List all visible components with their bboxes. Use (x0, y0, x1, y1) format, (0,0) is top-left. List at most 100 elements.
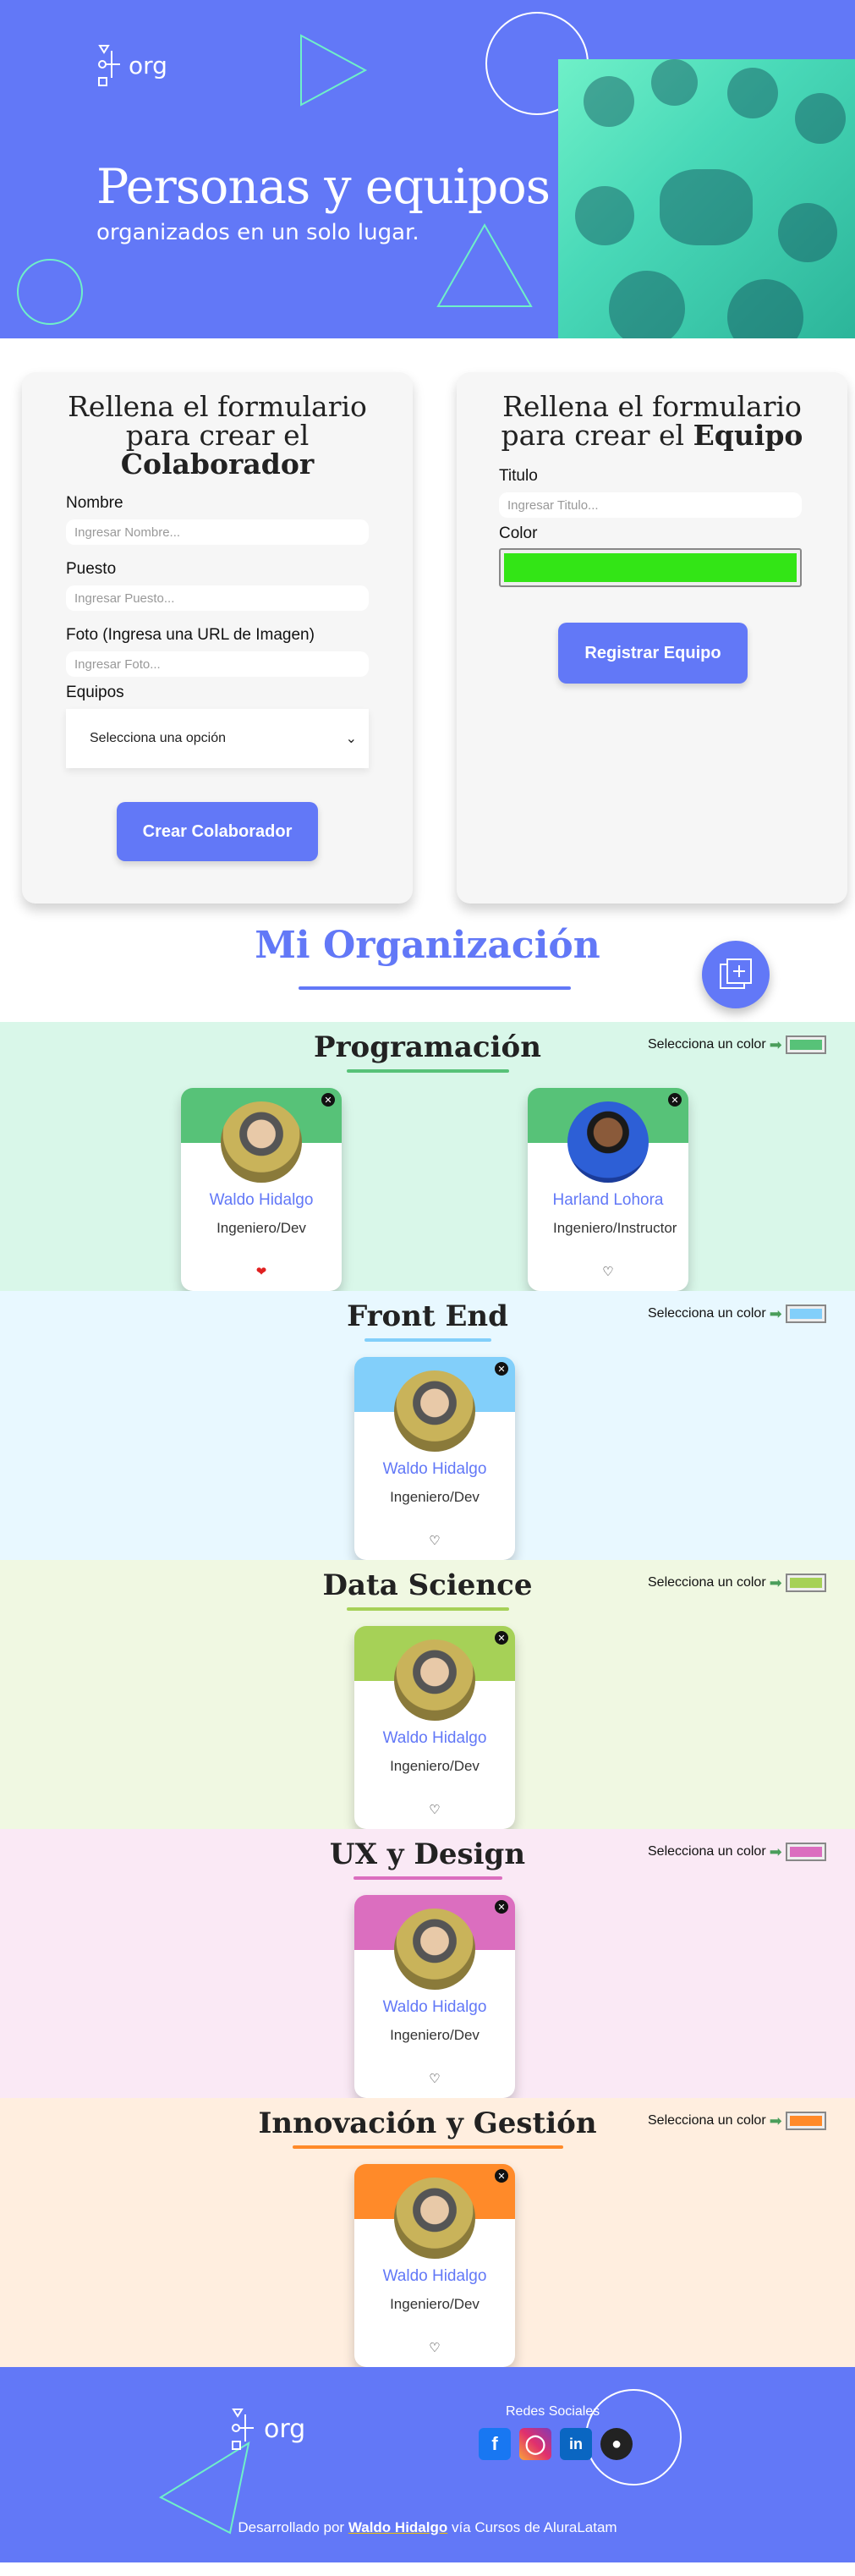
logo[interactable]: org (96, 44, 167, 86)
team-color-picker: Selecciona un color ➡ (648, 1035, 826, 1054)
color-input[interactable] (499, 548, 802, 587)
color-picker-label: Selecciona un color (648, 1037, 766, 1052)
heart-outline-icon[interactable]: ♡ (528, 1264, 688, 1279)
colaborador-name: Waldo Hidalgo (209, 1191, 314, 1209)
team-color-swatch (789, 1309, 822, 1319)
team-color-picker: Selecciona un color ➡ (648, 1843, 826, 1861)
team-color-input[interactable] (785, 1843, 826, 1861)
colaborador-card: ✕ Waldo Hidalgo Ingeniero/Dev ♡ (354, 1357, 515, 1560)
team-color-input[interactable] (785, 2112, 826, 2130)
arrow-right-icon: ➡ (769, 1304, 782, 1322)
team-color-picker: Selecciona un color ➡ (648, 1304, 826, 1323)
avatar (394, 1370, 475, 1452)
equipo-form-title: Rellena el formulario para crear el Equi… (501, 390, 803, 452)
footer-logo[interactable]: org (230, 2408, 305, 2450)
team-color-swatch (789, 1040, 822, 1050)
colaborador-name: Harland Lohora (552, 1191, 664, 1209)
colaborador-form: Rellena el formulario para crear el Cola… (22, 372, 413, 904)
add-square-icon (720, 958, 752, 989)
team-color-input[interactable] (785, 1304, 826, 1323)
avatar (221, 1101, 302, 1183)
color-picker-label: Selecciona un color (648, 1844, 766, 1859)
colaborador-name: Waldo Hidalgo (382, 1729, 487, 1747)
colaborador-card: ✕ Waldo Hidalgo Ingeniero/Dev ♡ (354, 2164, 515, 2367)
triangle-decoration (300, 34, 368, 107)
close-icon[interactable]: ✕ (668, 1093, 682, 1107)
colaborador-name: Waldo Hidalgo (382, 2267, 487, 2285)
close-icon[interactable]: ✕ (321, 1093, 335, 1107)
foto-label: Foto (Ingresa una URL de Imagen) (66, 626, 315, 644)
team-section: Programación Selecciona un color ➡ ✕ Waldo H… (0, 1022, 855, 1291)
team-section: Innovación y Gestión Selecciona un color ➡… (0, 2098, 855, 2367)
heart-outline-icon[interactable]: ♡ (354, 1533, 515, 1548)
equipos-select-value: Selecciona una opción (90, 731, 227, 745)
avatar (394, 1640, 475, 1721)
hero-team-photo (558, 59, 855, 338)
close-icon[interactable]: ✕ (495, 1631, 508, 1645)
colaborador-role: Ingeniero/Instructor (553, 1220, 677, 1236)
teams-list: Programación Selecciona un color ➡ ✕ Waldo H… (0, 1022, 855, 2367)
colaborador-card: ✕ Harland Lohora Ingeniero/Instructor ♡ (528, 1088, 688, 1291)
equipo-form: Rellena el formulario para crear el Equi… (457, 372, 847, 904)
team-color-picker: Selecciona un color ➡ (648, 1574, 826, 1592)
team-title-underline (292, 2145, 563, 2149)
color-label: Color (499, 525, 538, 542)
foto-input[interactable]: Ingresar Foto... (66, 651, 369, 677)
footer-logo-text: org (264, 2414, 306, 2444)
registrar-equipo-button[interactable]: Registrar Equipo (558, 623, 748, 684)
team-color-picker: Selecciona un color ➡ (648, 2112, 826, 2130)
team-title-underline (353, 1876, 502, 1880)
titulo-input[interactable]: Ingresar Titulo... (499, 492, 802, 518)
team-color-input[interactable] (785, 1574, 826, 1592)
colaborador-form-title: Rellena el formulario para crear el Cola… (68, 390, 367, 481)
chevron-down-icon: ⌄ (345, 732, 357, 746)
facebook-icon[interactable]: f (479, 2428, 511, 2460)
colaborador-role: Ingeniero/Dev (216, 1220, 306, 1236)
colaborador-card: ✕ Waldo Hidalgo Ingeniero/Dev ♡ (354, 1626, 515, 1829)
close-icon[interactable]: ✕ (495, 1900, 508, 1914)
org-logo-icon (232, 2408, 254, 2450)
social-icons: f ◯ in ● (479, 2428, 633, 2460)
nombre-input[interactable]: Ingresar Nombre... (66, 519, 369, 545)
org-logo-icon (98, 45, 120, 86)
hero-subtitle: organizados en un solo lugar. (96, 220, 419, 245)
team-color-input[interactable] (785, 1035, 826, 1054)
arrow-right-icon: ➡ (769, 1574, 782, 1591)
arrow-right-icon: ➡ (769, 1035, 782, 1053)
author-link[interactable]: Waldo Hidalgo (348, 2519, 447, 2535)
arrow-right-icon: ➡ (769, 2112, 782, 2129)
heart-filled-icon[interactable]: ❤ (181, 1264, 342, 1279)
colaborador-role: Ingeniero/Dev (390, 2296, 480, 2312)
forms-section: Rellena el formulario para crear el Cola… (0, 338, 855, 914)
puesto-label: Puesto (66, 560, 117, 578)
linkedin-icon[interactable]: in (560, 2428, 592, 2460)
toggle-form-button[interactable] (702, 941, 770, 1008)
hero-banner: org Personas y equipos organizados en un… (0, 0, 855, 338)
team-section: UX y Design Selecciona un color ➡ ✕ Waldo Hi… (0, 1829, 855, 2098)
footer-credit: Desarrollado por Waldo Hidalgo vía Curso… (238, 2519, 617, 2535)
colaborador-name: Waldo Hidalgo (382, 1460, 487, 1478)
heart-outline-icon[interactable]: ♡ (354, 2071, 515, 2086)
avatar (394, 1909, 475, 1990)
team-color-swatch (789, 2116, 822, 2126)
close-icon[interactable]: ✕ (495, 1362, 508, 1376)
team-color-swatch (789, 1847, 822, 1857)
crear-colaborador-button[interactable]: Crear Colaborador (117, 802, 318, 861)
triangle-decoration-bottom (436, 222, 533, 307)
organization-title-underline (299, 986, 571, 990)
heart-outline-icon[interactable]: ♡ (354, 1802, 515, 1817)
heart-outline-icon[interactable]: ♡ (354, 2340, 515, 2355)
puesto-input[interactable]: Ingresar Puesto... (66, 585, 369, 611)
color-picker-label: Selecciona un color (648, 2113, 766, 2128)
github-icon[interactable]: ● (600, 2428, 633, 2460)
equipos-select[interactable]: Selecciona una opción ⌄ (66, 709, 369, 768)
colaborador-role: Ingeniero/Dev (390, 1758, 480, 1774)
titulo-label: Titulo (499, 467, 538, 485)
instagram-icon[interactable]: ◯ (519, 2428, 551, 2460)
color-picker-label: Selecciona un color (648, 1306, 766, 1321)
team-title-underline (346, 1069, 509, 1073)
team-color-swatch (789, 1578, 822, 1588)
team-title-underline (346, 1607, 509, 1611)
close-icon[interactable]: ✕ (495, 2169, 508, 2183)
avatar (394, 2178, 475, 2259)
